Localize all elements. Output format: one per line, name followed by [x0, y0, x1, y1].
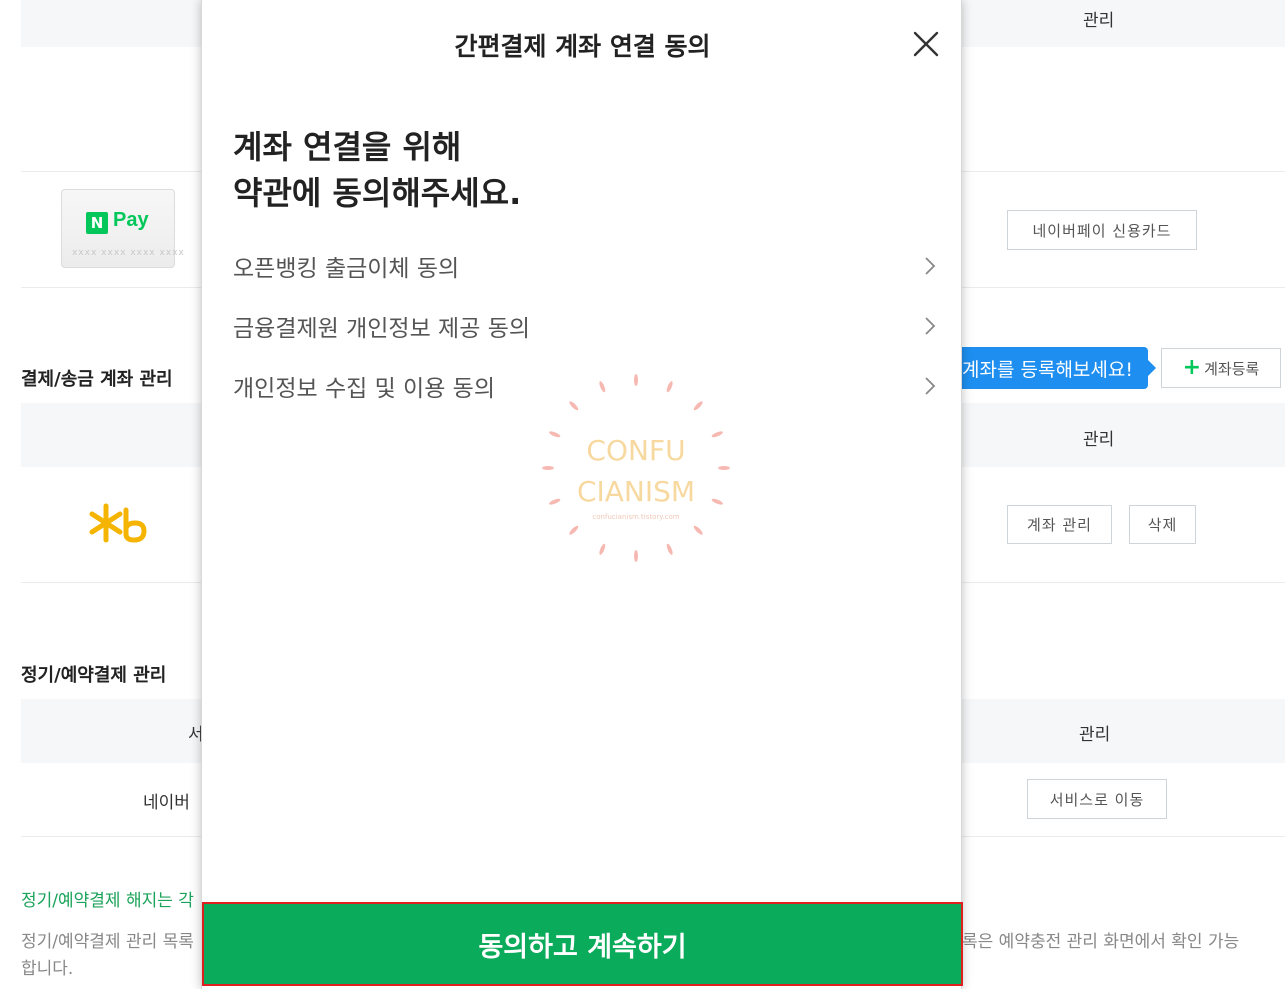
headline-line-1: 계좌 연결을 위해 [233, 128, 462, 166]
account-manage-header: 관리 [1083, 430, 1115, 450]
recurring-section-title: 정기/예약결제 관리 [21, 665, 167, 686]
watermark-ray [569, 401, 579, 411]
watermark-ray [693, 401, 703, 411]
watermark-seal: CONFU CIANISM confucianism.tistory.com [542, 374, 730, 562]
term-item-kftc-privacy[interactable]: 금융결제원 개인정보 제공 동의 [233, 306, 937, 346]
term-label: 금융결제원 개인정보 제공 동의 [233, 316, 531, 342]
headline-line-2: 약관에 동의해주세요. [233, 174, 522, 212]
term-item-openbanking[interactable]: 오픈뱅킹 출금이체 동의 [233, 246, 937, 286]
watermark-ray [549, 498, 561, 505]
agree-continue-button[interactable]: 동의하고 계속하기 [202, 902, 963, 986]
watermark-ray [693, 525, 703, 535]
watermark-ray [711, 431, 723, 438]
watermark-ray [666, 381, 673, 393]
modal-headline: 계좌 연결을 위해 약관에 동의해주세요. [233, 124, 521, 216]
term-label: 오픈뱅킹 출금이체 동의 [233, 256, 460, 282]
watermark-ray [718, 466, 730, 470]
npay-credit-card-button[interactable]: 네이버페이 신용카드 [1007, 210, 1197, 250]
watermark-ray [634, 550, 638, 562]
add-account-label: 계좌등록 [1204, 359, 1260, 378]
chevron-right-icon [925, 377, 936, 395]
account-manage-button[interactable]: 계좌 관리 [1007, 505, 1112, 544]
plus-icon: + [1182, 355, 1202, 380]
kb-bank-logo-icon [89, 503, 147, 543]
watermark-ray [634, 374, 638, 386]
npay-n-logo: N [86, 212, 108, 234]
recurring-cancel-note: 정기/예약결제 해지는 각 [21, 891, 194, 911]
close-icon[interactable] [910, 28, 942, 60]
term-label: 개인정보 수집 및 이용 동의 [233, 376, 496, 402]
watermark-ray [549, 431, 561, 438]
watermark-ray [599, 543, 606, 555]
recurring-info-note-line2: 합니다. [21, 959, 74, 979]
watermark-url: confucianism.tistory.com [592, 513, 679, 521]
watermark-ray [542, 466, 554, 470]
recurring-row-service: 네이버 [143, 793, 190, 813]
recurring-info-note-right: 록은 예약충전 관리 화면에서 확인 가능 [962, 932, 1240, 952]
watermark-ray [666, 543, 673, 555]
register-tooltip: 계좌를 등록해보세요! [958, 347, 1156, 389]
watermark-ray [599, 381, 606, 393]
watermark-ray [711, 498, 723, 505]
watermark-ray [569, 525, 579, 535]
consent-modal: 간편결제 계좌 연결 동의 계좌 연결을 위해 약관에 동의해주세요. 오픈뱅킹… [201, 0, 963, 989]
npay-pay-logo: Pay [113, 209, 149, 231]
add-account-button[interactable]: + 계좌등록 [1161, 348, 1281, 388]
card-number-mask: xxxx xxxx xxxx xxxx [72, 248, 185, 258]
watermark-line-1: CONFU [586, 434, 685, 467]
account-section-title: 결제/송금 계좌 관리 [21, 369, 173, 390]
manage-header: 관리 [1083, 11, 1115, 31]
recurring-info-note-left: 정기/예약결제 관리 목록 [21, 932, 194, 952]
chevron-right-icon [925, 257, 936, 275]
recurring-manage-header: 관리 [1079, 725, 1111, 745]
npay-card-image: N Pay xxxx xxxx xxxx xxxx [61, 189, 184, 268]
go-to-service-button[interactable]: 서비스로 이동 [1027, 779, 1167, 819]
watermark-line-2: CIANISM [577, 475, 695, 508]
delete-button[interactable]: 삭제 [1129, 505, 1196, 544]
chevron-right-icon [925, 317, 936, 335]
modal-title: 간편결제 계좌 연결 동의 [454, 32, 711, 61]
